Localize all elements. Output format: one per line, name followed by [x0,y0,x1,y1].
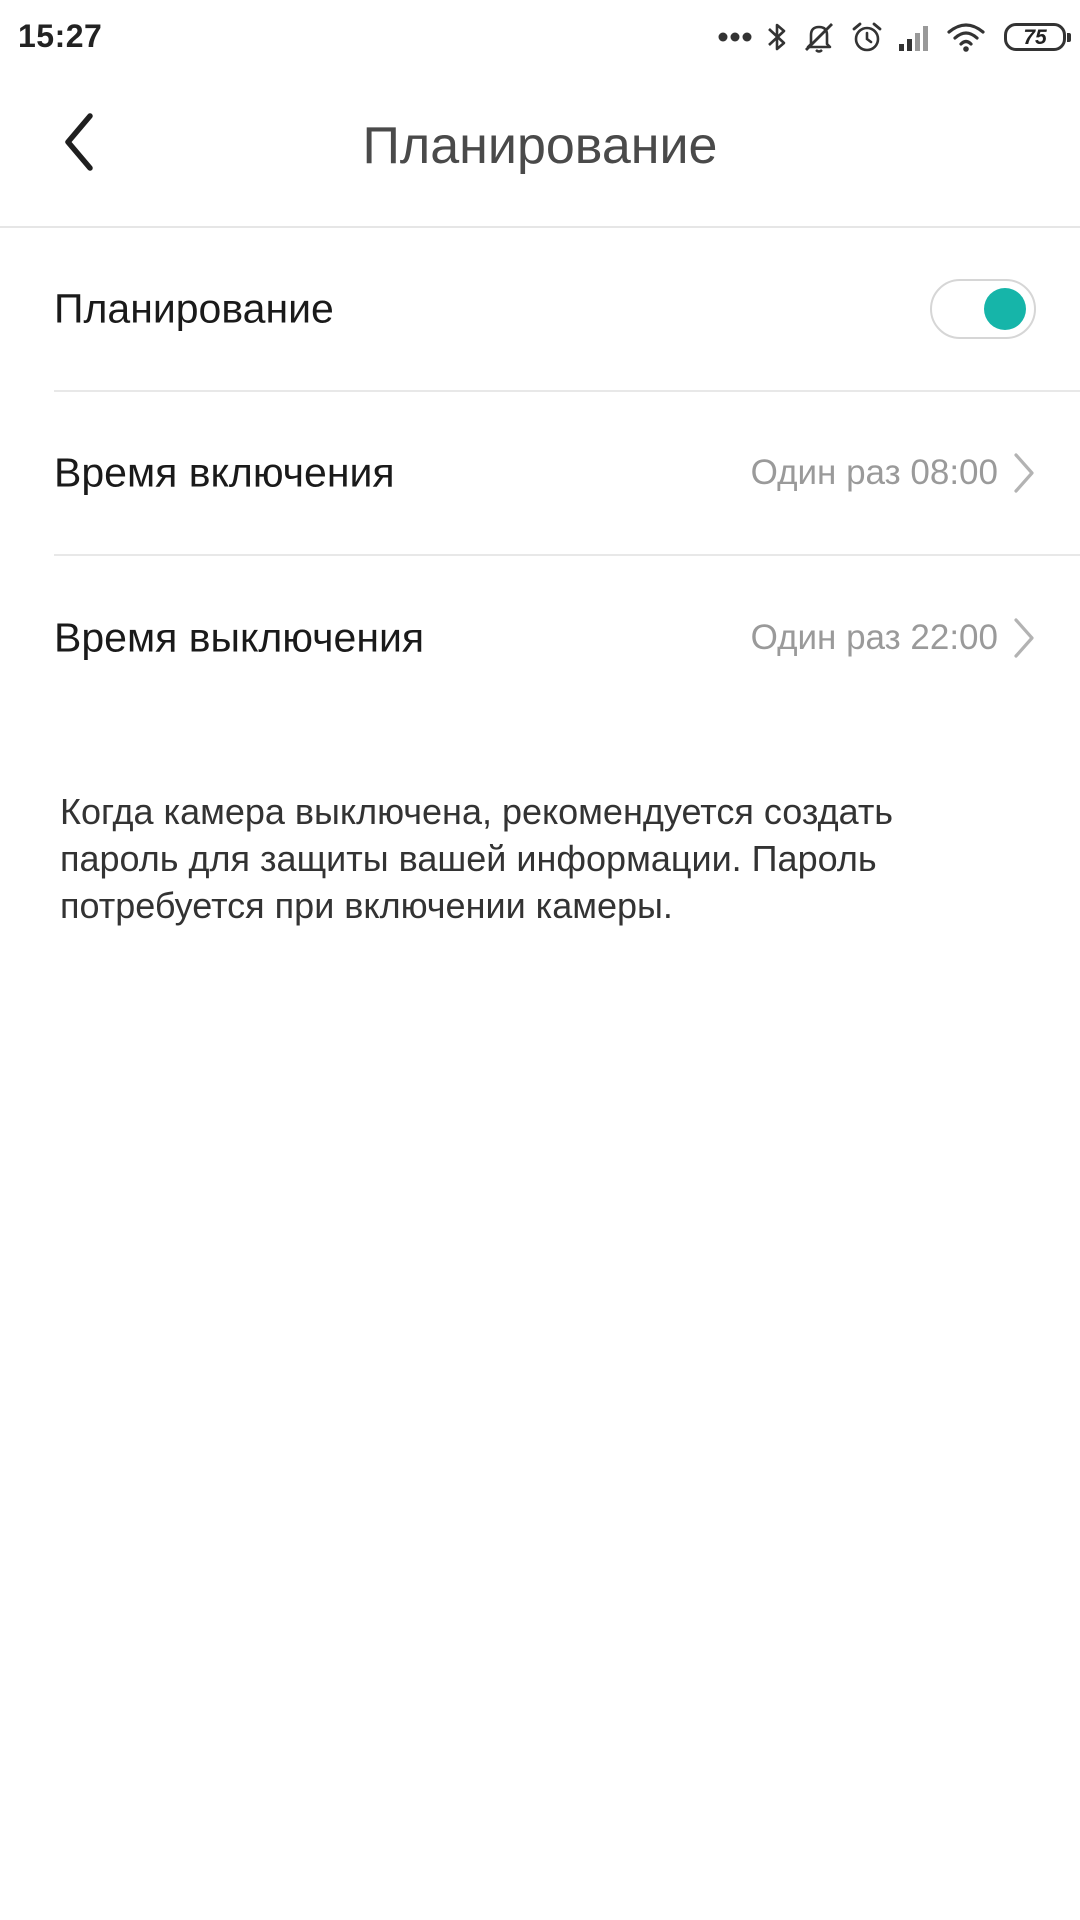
more-dots-icon [718,32,752,42]
off-time-row[interactable]: Время выключения Один раз 22:00 [54,556,1080,720]
header: Планирование [0,74,1080,228]
status-bar: 15:27 75 [0,0,1080,74]
on-time-row[interactable]: Время включения Один раз 08:00 [54,392,1080,556]
wifi-icon [947,23,985,52]
chevron-right-icon [1014,618,1034,658]
on-time-label: Время включения [54,449,395,496]
signal-icon [899,26,928,51]
page-title: Планирование [362,117,718,175]
schedule-toggle[interactable] [930,279,1036,339]
battery-level: 75 [1023,25,1047,49]
status-icons: 75 [718,14,1071,60]
alarm-icon [852,22,882,52]
info-text: Когда камера выключена, рекомендуется со… [60,791,894,926]
schedule-row[interactable]: Планирование [54,228,1080,392]
settings-list: Планирование Время включения Один раз 08… [0,228,1080,720]
off-time-label: Время выключения [54,614,425,661]
on-time-value: Один раз 08:00 [750,453,998,492]
status-time: 15:27 [18,18,103,54]
toggle-knob [984,288,1026,330]
silent-icon [805,23,833,53]
bluetooth-icon [768,23,786,51]
battery-icon: 75 [1004,23,1071,51]
chevron-right-icon [1014,453,1034,493]
off-time-value: Один раз 22:00 [750,618,998,657]
schedule-label: Планирование [54,285,334,332]
